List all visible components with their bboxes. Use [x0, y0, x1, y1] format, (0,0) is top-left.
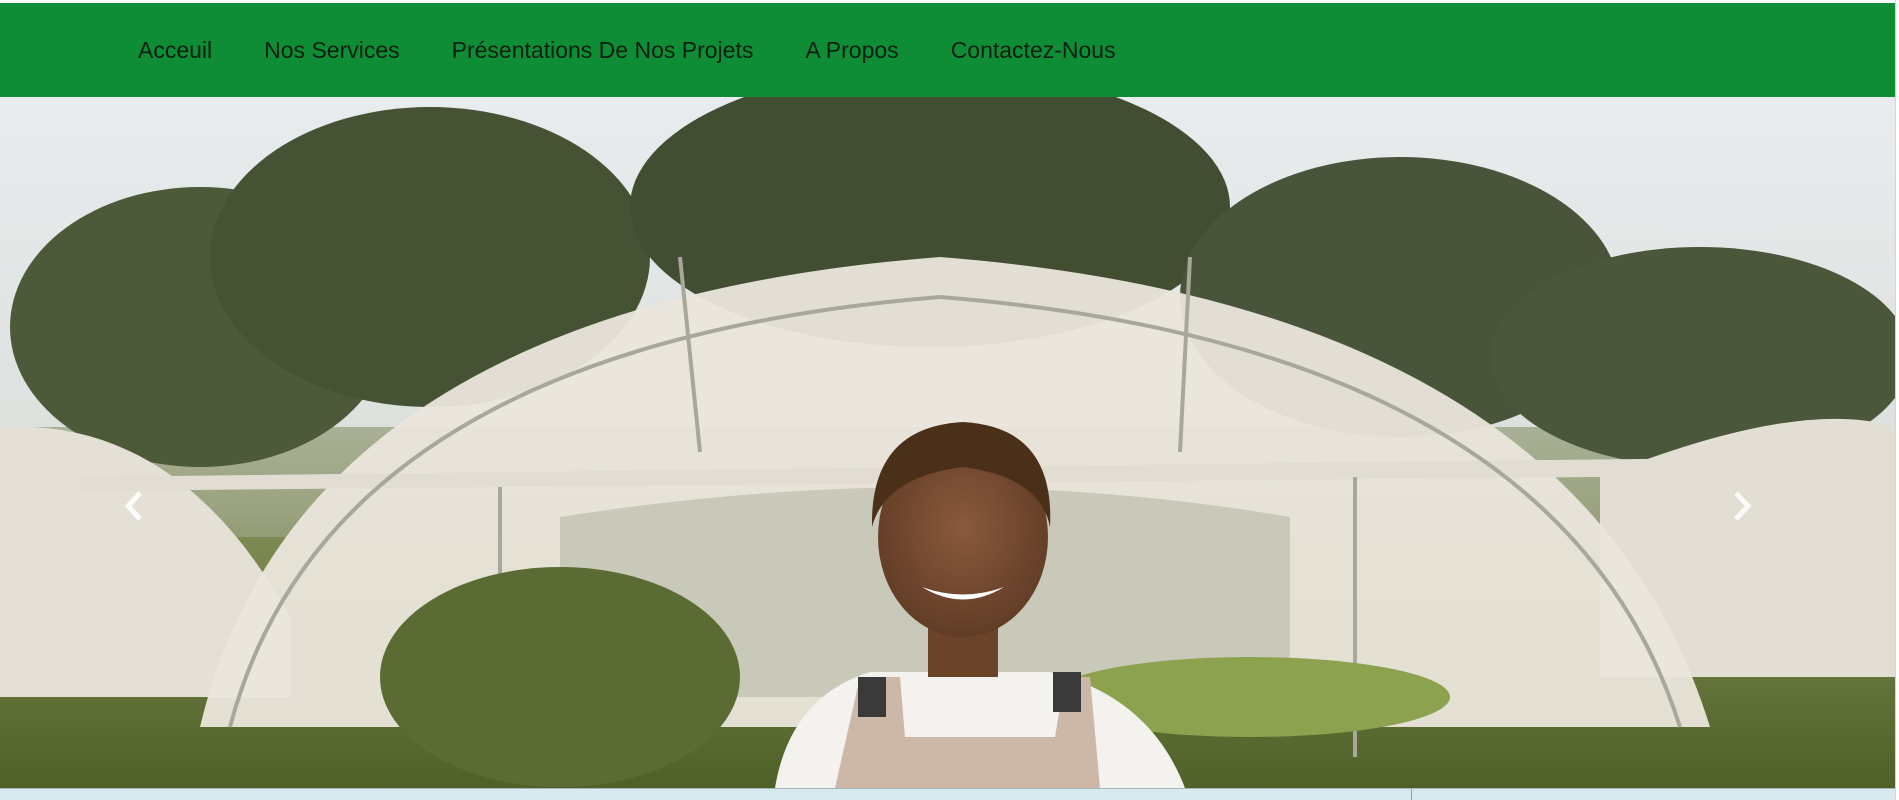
- chevron-left-icon: [124, 491, 142, 521]
- nav-item-nos-services[interactable]: Nos Services: [244, 3, 419, 97]
- carousel-prev-button[interactable]: [122, 489, 162, 529]
- nav-menu: Acceuil Nos Services Présentations De No…: [118, 3, 1148, 97]
- nav-item-a-propos[interactable]: A Propos: [785, 3, 918, 97]
- carousel-next-button[interactable]: [1730, 489, 1770, 529]
- hero-image: [0, 97, 1895, 788]
- nav-item-contactez-nous[interactable]: Contactez-Nous: [931, 3, 1136, 97]
- next-section-edge: [0, 788, 1895, 800]
- main-navbar: Acceuil Nos Services Présentations De No…: [0, 3, 1895, 97]
- page: Acceuil Nos Services Présentations De No…: [0, 0, 1899, 800]
- scrollbar-edge: [1895, 0, 1899, 800]
- section-divider: [1411, 789, 1412, 800]
- chevron-right-icon: [1734, 491, 1752, 521]
- nav-item-acceuil[interactable]: Acceuil: [118, 3, 232, 97]
- nav-item-presentations-projets[interactable]: Présentations De Nos Projets: [432, 3, 774, 97]
- hero-carousel: [0, 97, 1895, 788]
